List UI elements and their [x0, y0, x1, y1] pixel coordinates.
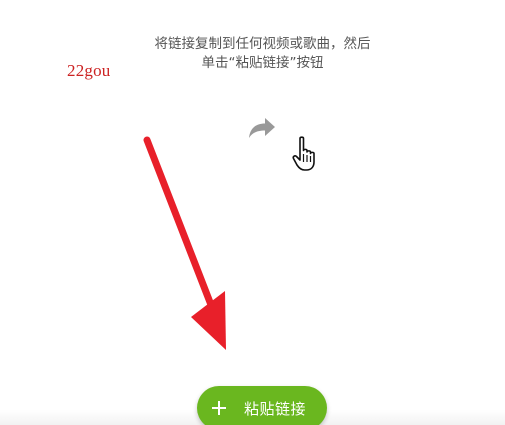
instruction-text: 将链接复制到任何视频或歌曲，然后 单击“粘贴链接”按钮 — [100, 35, 425, 73]
hand-pointer-icon — [292, 136, 315, 171]
plus-icon — [211, 400, 227, 416]
instruction-line-2: 单击“粘贴链接”按钮 — [201, 55, 324, 71]
paste-link-label: 粘贴链接 — [244, 399, 307, 418]
watermark-text: 22gou — [67, 61, 111, 80]
share-arrow-icon — [249, 118, 275, 138]
paste-link-screen: 将链接复制到任何视频或歌曲，然后 单击“粘贴链接”按钮 22gou 粘贴链接 — [0, 0, 505, 425]
paste-link-button[interactable]: 粘贴链接 — [197, 386, 327, 425]
instruction-line-1: 将链接复制到任何视频或歌曲，然后 — [154, 36, 371, 52]
